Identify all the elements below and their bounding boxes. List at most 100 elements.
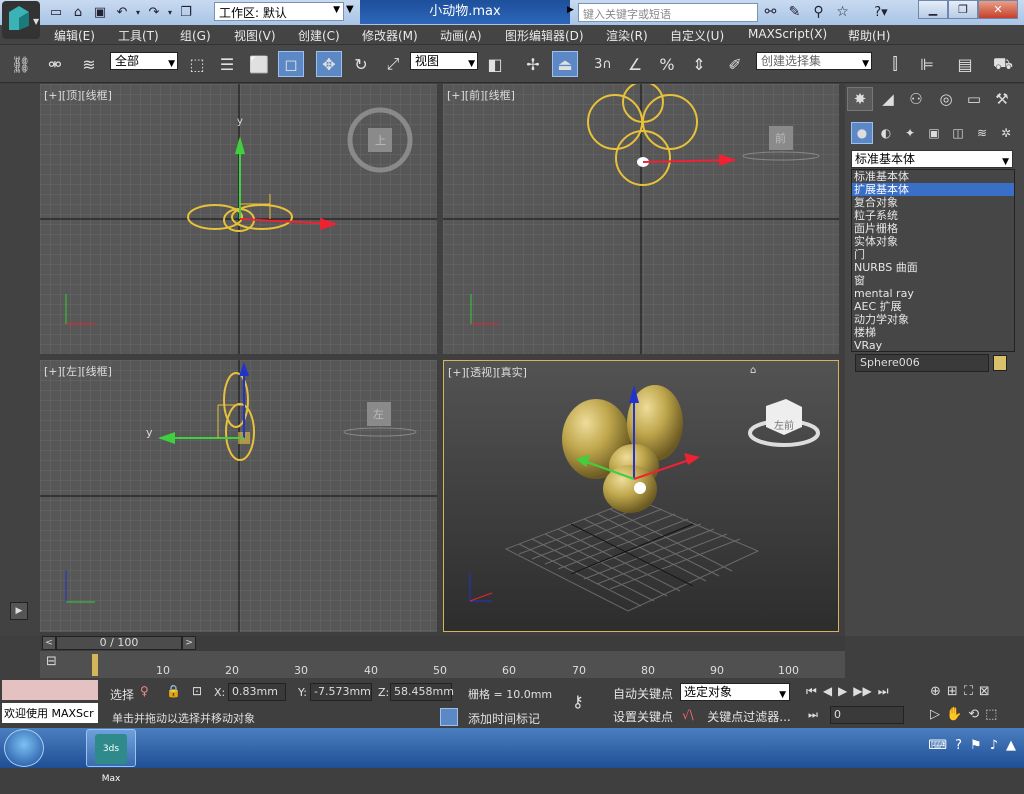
category-option-selected[interactable]: 扩展基本体	[852, 183, 1014, 196]
menu-create[interactable]: 创建(C)	[298, 27, 340, 44]
object-category-select[interactable]: 标准基本体 ▼	[851, 150, 1013, 168]
key-mode-toggle-icon[interactable]: ⏭	[808, 708, 818, 722]
play-icon[interactable]: ▶	[10, 602, 28, 620]
menu-graph-editors[interactable]: 图形编辑器(D)	[505, 27, 584, 44]
zoom-icon[interactable]: ⊕	[930, 684, 941, 699]
category-option[interactable]: 标准基本体	[852, 170, 1014, 183]
window-crossing-icon[interactable]: ◻	[278, 51, 304, 77]
undo-dropdown-icon[interactable]: ▾	[134, 3, 142, 21]
open-file-icon[interactable]: ⌂	[68, 3, 88, 21]
mini-curve-editor-icon[interactable]: ⊟	[46, 654, 76, 674]
rectangular-selection-icon[interactable]: ⬜	[246, 51, 272, 77]
help-button[interactable]: ?▾	[866, 2, 896, 22]
create-tab-icon[interactable]: ✸	[847, 87, 873, 111]
y-coordinate-field[interactable]: -7.573mm	[310, 683, 372, 701]
edit-named-selection-icon[interactable]: ✐	[722, 51, 748, 77]
display-tab-icon[interactable]: ▭	[961, 87, 987, 111]
systems-icon[interactable]: ✲	[995, 122, 1017, 144]
percent-snap-icon[interactable]: %	[654, 51, 680, 77]
menu-group[interactable]: 组(G)	[180, 27, 211, 44]
set-key-button[interactable]: 设置关键点	[610, 706, 676, 726]
key-mode-select[interactable]: 选定对象 ▼	[680, 683, 790, 701]
key-tangent-icon[interactable]: √\	[682, 708, 694, 722]
pivot-center-icon[interactable]: ◧	[482, 51, 508, 77]
category-option[interactable]: 门	[852, 248, 1014, 261]
previous-frame-icon[interactable]: ◀	[823, 684, 832, 699]
start-button[interactable]	[4, 729, 44, 767]
play-animation-icon[interactable]: ▶	[838, 684, 847, 699]
snap-toggle-icon[interactable]: 3 ∩	[590, 51, 616, 77]
current-frame-field[interactable]: 0	[830, 706, 904, 724]
zoom-all-icon[interactable]: ⊞	[947, 684, 958, 699]
named-selection-set-input[interactable]: 创建选择集 ▼	[756, 52, 872, 70]
search-expand-icon[interactable]: ▶	[567, 5, 574, 15]
angle-snap-icon[interactable]: ∠	[622, 51, 648, 77]
viewport-left[interactable]: [+][左][线框] 左 y	[40, 360, 437, 632]
favorites-star-icon[interactable]: ☆	[832, 2, 853, 22]
redo-dropdown-icon[interactable]: ▾	[166, 3, 174, 21]
modify-tab-icon[interactable]: ◢	[875, 87, 901, 111]
viewport-front[interactable]: [+][前][线框] 前	[443, 84, 839, 354]
new-file-icon[interactable]: ▭	[46, 3, 66, 21]
utilities-tab-icon[interactable]: ⚒	[989, 87, 1015, 111]
x-coordinate-field[interactable]: 0.83mm	[228, 683, 286, 701]
next-frame-icon[interactable]: ▶▶	[853, 684, 871, 699]
zoom-extents-all-icon[interactable]: ⊠	[979, 684, 990, 699]
maxscript-listener-input[interactable]: 欢迎使用 MAXScr	[2, 703, 98, 723]
bind-space-warp-icon[interactable]: ≋	[76, 51, 102, 77]
isolate-icon[interactable]: ♀	[140, 684, 149, 698]
viewport-label[interactable]: [+][顶][线框]	[44, 87, 112, 103]
pan-icon[interactable]: ✋	[946, 707, 962, 722]
align-icon[interactable]: ⊫	[914, 51, 940, 77]
select-by-name-icon[interactable]: ☰	[214, 51, 240, 77]
spinner-snap-icon[interactable]: ⇕	[686, 51, 712, 77]
maximize-viewport-icon[interactable]: ⬚	[985, 707, 997, 722]
restore-button[interactable]: ❐	[948, 0, 978, 19]
category-option[interactable]: 粒子系统	[852, 209, 1014, 222]
field-of-view-icon[interactable]: ▷	[930, 707, 940, 722]
category-option[interactable]: VRay	[852, 339, 1014, 352]
menu-edit[interactable]: 编辑(E)	[54, 27, 95, 44]
tools-icon[interactable]: ✎	[784, 2, 805, 22]
category-option[interactable]: 实体对象	[852, 235, 1014, 248]
keyboard-icon[interactable]: ⌨	[928, 738, 947, 753]
viewcube-face-label[interactable]: 左	[373, 406, 384, 422]
time-marker[interactable]	[92, 654, 98, 676]
helpers-icon[interactable]: ◫	[947, 122, 969, 144]
unlink-icon[interactable]: ⚮	[42, 51, 68, 77]
volume-icon[interactable]: ♪	[990, 738, 998, 753]
viewcube-face-label[interactable]: 上	[375, 132, 386, 148]
time-slider[interactable]: 0 / 100	[56, 636, 182, 650]
link-icon[interactable]: ⛓	[8, 51, 34, 77]
search-input[interactable]: 键入关键字或短语	[578, 3, 758, 22]
menu-modifiers[interactable]: 修改器(M)	[362, 27, 418, 44]
time-prev-icon[interactable]: <	[42, 636, 56, 650]
category-option[interactable]: 面片栅格	[852, 222, 1014, 235]
keyboard-shortcut-override-icon[interactable]: ⏏	[552, 51, 578, 77]
manipulate-icon[interactable]: ✢	[520, 51, 546, 77]
selection-filter-select[interactable]: 全部 ▼	[110, 52, 178, 70]
add-time-tag-label[interactable]: 添加时间标记	[468, 710, 540, 727]
taskbar-3dsmax[interactable]: 3ds Max	[86, 729, 136, 784]
space-warps-icon[interactable]: ≋	[971, 122, 993, 144]
viewport-top[interactable]: [+][顶][线框] 上 y	[40, 84, 437, 354]
maxscript-listener-output[interactable]	[2, 680, 98, 700]
viewport-label[interactable]: [+][左][线框]	[44, 363, 112, 379]
minimize-button[interactable]: ▁	[918, 0, 948, 19]
viewport-label[interactable]: [+][前][线框]	[447, 87, 515, 103]
category-option[interactable]: 动力学对象	[852, 313, 1014, 326]
reference-coordinate-select[interactable]: 视图 ▼	[410, 52, 478, 70]
object-color-swatch[interactable]	[993, 355, 1007, 371]
save-file-icon[interactable]: ▣	[90, 3, 110, 21]
close-button[interactable]: ✕	[978, 0, 1018, 19]
layer-manager-icon[interactable]: ▤	[952, 51, 978, 77]
workspace-menu-icon[interactable]: ▼	[346, 4, 354, 15]
category-option[interactable]: NURBS 曲面	[852, 261, 1014, 274]
zoom-extents-icon[interactable]: ⛶	[964, 684, 973, 699]
category-option[interactable]: 窗	[852, 274, 1014, 287]
select-rotate-icon[interactable]: ↻	[348, 51, 374, 77]
menu-help[interactable]: 帮助(H)	[848, 27, 890, 44]
lock-selection-icon[interactable]: 🔒	[166, 684, 181, 698]
binoculars-icon[interactable]: ⚯	[760, 2, 781, 22]
absolute-mode-icon[interactable]: ⊡	[192, 684, 202, 698]
